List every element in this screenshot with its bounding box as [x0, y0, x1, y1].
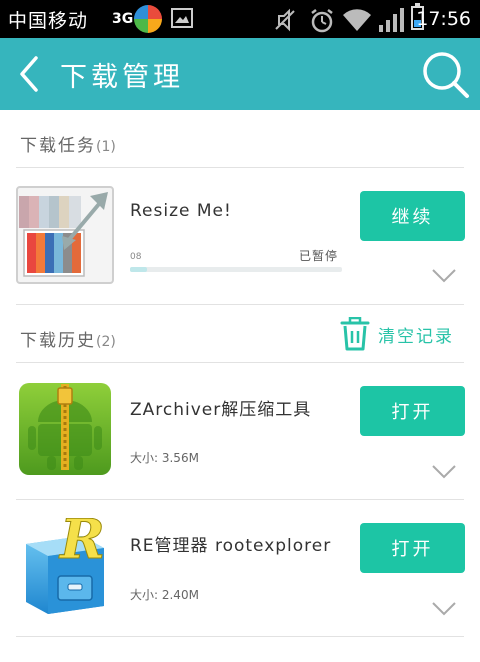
- app-store-notification-icon: [134, 5, 162, 33]
- zarchiver-app-icon: [19, 383, 111, 475]
- divider: [16, 304, 464, 305]
- download-status: 已暂停: [299, 249, 339, 263]
- network-type: 3G: [112, 11, 134, 27]
- download-tasks-title: 下载任务: [20, 136, 96, 156]
- chevron-down-icon[interactable]: [431, 464, 457, 480]
- search-button[interactable]: [419, 48, 471, 100]
- wifi-icon: [343, 9, 371, 31]
- svg-text:R: R: [58, 518, 105, 571]
- alarm-icon: [311, 9, 333, 33]
- image-notification-icon: [171, 8, 193, 28]
- divider: [16, 167, 464, 168]
- trash-icon: [340, 317, 370, 351]
- download-history-count: (2): [96, 334, 116, 350]
- search-icon: [423, 52, 469, 98]
- header-bar: 下载管理: [0, 38, 480, 110]
- page-title: 下载管理: [60, 62, 184, 93]
- resize-me-app-icon: [16, 186, 114, 284]
- chevron-down-icon[interactable]: [431, 268, 457, 284]
- signal-icon: [379, 8, 404, 32]
- status-bar: 中国移动 3G 17:56: [0, 0, 480, 38]
- progress-bar: [130, 267, 342, 272]
- app-name: ZArchiver解压缩工具: [130, 400, 312, 420]
- mute-icon: [275, 8, 295, 32]
- download-tasks-count: (1): [96, 139, 116, 155]
- chevron-down-icon[interactable]: [431, 601, 457, 617]
- progress-bar-fill: [130, 267, 147, 272]
- divider: [16, 636, 464, 637]
- app-size: 大小: 2.40M: [130, 588, 199, 602]
- back-arrow-icon: [20, 56, 38, 92]
- back-button[interactable]: [14, 52, 48, 96]
- open-button[interactable]: 打开: [360, 523, 465, 573]
- open-button[interactable]: 打开: [360, 386, 465, 436]
- divider: [16, 499, 464, 500]
- progress-value: 08: [130, 252, 142, 262]
- clear-history-label: 清空记录: [378, 326, 454, 347]
- continue-button[interactable]: 继续: [360, 191, 465, 241]
- clock: 17:56: [416, 8, 471, 30]
- app-name: Resize Me!: [130, 201, 232, 221]
- download-history-title: 下载历史: [20, 331, 96, 351]
- re-manager-app-icon: R: [26, 518, 105, 614]
- divider: [16, 362, 464, 363]
- download-tasks-heading: 下载任务(1): [20, 131, 116, 156]
- carrier-label: 中国移动: [8, 10, 89, 32]
- app-name: RE管理器 rootexplorer: [130, 536, 332, 556]
- app-size: 大小: 3.56M: [130, 451, 199, 465]
- clear-history-button[interactable]: 清空记录: [340, 314, 465, 354]
- download-history-heading: 下载历史(2): [20, 326, 116, 351]
